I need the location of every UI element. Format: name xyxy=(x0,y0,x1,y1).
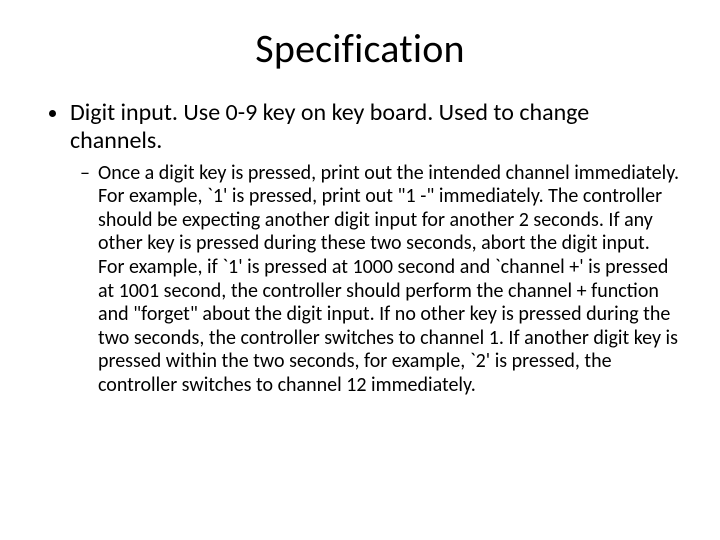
bullet-level1-text: Digit input. Use 0-9 key on key board. U… xyxy=(70,98,589,155)
bullet-list: Digit input. Use 0-9 key on key board. U… xyxy=(40,99,680,398)
slide-title: Specification xyxy=(40,24,680,73)
bullet-level2-text: Once a digit key is pressed, print out t… xyxy=(98,161,679,397)
bullet-level2: Once a digit key is pressed, print out t… xyxy=(98,162,680,398)
sub-bullet-list: Once a digit key is pressed, print out t… xyxy=(70,162,680,398)
bullet-level1: Digit input. Use 0-9 key on key board. U… xyxy=(70,99,680,398)
slide: Specification Digit input. Use 0-9 key o… xyxy=(0,0,720,540)
